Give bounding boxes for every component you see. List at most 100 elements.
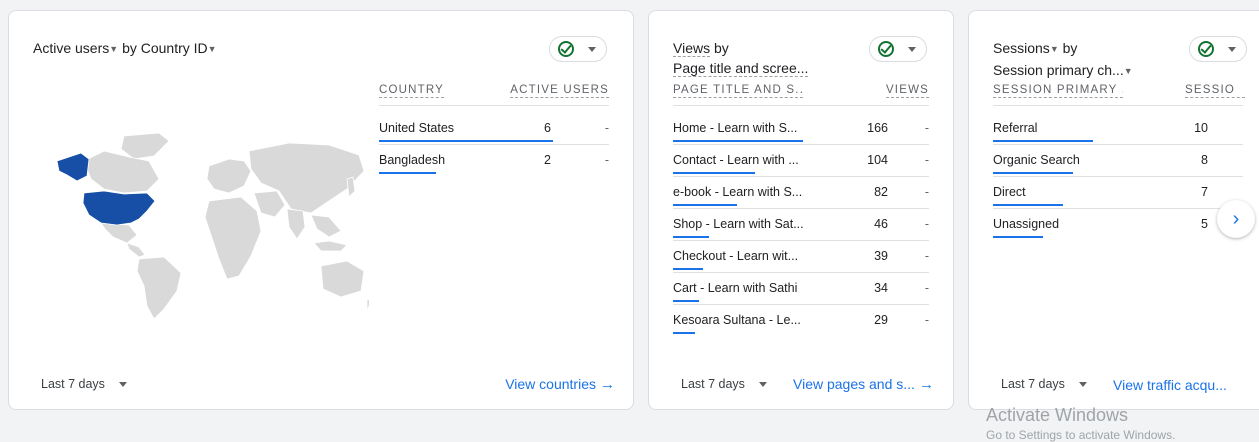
table-header: PAGE TITLE AND S... VIEWS — [673, 83, 929, 105]
link-label: View pages and s... — [793, 376, 915, 392]
row-dash: - — [604, 121, 609, 135]
map-southeast-asia — [310, 214, 342, 238]
row-value: 2 — [544, 153, 551, 167]
card-title: Views by Page title and scree... — [673, 38, 809, 78]
map-indonesia — [313, 240, 348, 252]
table-row: Unassigned 5 — [993, 208, 1243, 240]
check-circle-icon — [878, 41, 894, 57]
sessions-by-channel-card: Sessions▼ by Session primary ch...▼ SESS… — [968, 10, 1259, 410]
metric-selector[interactable]: Active users▼ — [33, 40, 118, 56]
row-value: 46 — [874, 217, 888, 231]
column-header-page-title[interactable]: PAGE TITLE AND S... — [673, 83, 803, 98]
card-title: Sessions▼ by Session primary ch...▼ — [993, 38, 1133, 82]
view-countries-link[interactable]: View countries → — [505, 376, 615, 393]
by-label: by — [122, 40, 137, 56]
table-row: Referral 10 — [993, 112, 1243, 144]
row-dash: - — [924, 121, 929, 135]
row-dash: - — [924, 313, 929, 327]
dimension-selector[interactable]: Country ID▼ — [141, 40, 217, 56]
map-new-zealand — [366, 298, 369, 312]
row-bar — [993, 204, 1063, 206]
table-row: Bangladesh 2 - — [379, 144, 609, 176]
row-name: Shop - Learn with Sat... — [673, 217, 804, 231]
row-name: Referral — [993, 121, 1038, 135]
column-header-views[interactable]: VIEWS — [885, 83, 929, 98]
row-bar — [673, 268, 703, 270]
date-range-selector[interactable]: Last 7 days — [41, 377, 127, 391]
compare-status-button[interactable] — [549, 36, 607, 62]
next-cards-button[interactable]: › — [1217, 200, 1255, 238]
row-name: Direct — [993, 185, 1026, 199]
caret-down-icon — [588, 47, 596, 52]
row-bar — [673, 172, 755, 174]
row-name: Cart - Learn with Sathi — [673, 281, 798, 295]
arrow-right-icon: → — [918, 376, 934, 393]
header-divider — [379, 105, 609, 106]
dimension-label: Session primary ch... — [993, 62, 1124, 78]
view-traffic-link[interactable]: View traffic acqu... — [1113, 377, 1227, 393]
by-label: by — [713, 40, 729, 56]
row-value: 34 — [874, 281, 888, 295]
row-value: 5 — [1201, 217, 1208, 231]
row-bar — [993, 236, 1043, 238]
metric-selector[interactable]: Sessions▼ — [993, 40, 1059, 56]
caret-down-icon — [1078, 382, 1087, 388]
dimension-label: Country ID — [140, 40, 208, 56]
row-value: 10 — [1194, 121, 1208, 135]
table-row: Contact - Learn with ... 104 - — [673, 144, 929, 176]
world-map — [56, 132, 369, 320]
header-divider — [993, 105, 1243, 106]
column-header-country[interactable]: COUNTRY — [379, 83, 445, 98]
row-name: Organic Search — [993, 153, 1080, 167]
map-africa — [204, 196, 262, 280]
compare-status-button[interactable] — [869, 36, 927, 62]
table-header: SESSION PRIMARY ... SESSIO — [993, 83, 1245, 105]
date-range-label: Last 7 days — [41, 377, 105, 391]
date-range-selector[interactable]: Last 7 days — [1001, 377, 1087, 391]
caret-down-icon — [908, 47, 916, 52]
row-name: Contact - Learn with ... — [673, 153, 799, 167]
map-europe — [206, 158, 252, 194]
metric-selector[interactable]: Views — [673, 40, 711, 57]
row-name: Home - Learn with S... — [673, 121, 798, 135]
column-header-session-channel[interactable]: SESSION PRIMARY ... — [993, 83, 1123, 98]
row-dash: - — [924, 249, 929, 263]
watermark-title: Activate Windows — [986, 405, 1129, 425]
header-divider — [673, 105, 929, 106]
row-bar — [673, 140, 803, 142]
date-range-label: Last 7 days — [681, 377, 745, 391]
map-alaska-highlight — [56, 152, 90, 182]
compare-status-button[interactable] — [1189, 36, 1247, 62]
row-dash: - — [924, 281, 929, 295]
column-header-active-users[interactable]: ACTIVE USERS — [510, 83, 609, 98]
date-range-label: Last 7 days — [1001, 377, 1065, 391]
row-value: 166 — [867, 121, 888, 135]
row-name: Kesoara Sultana - Le... — [673, 313, 801, 327]
table-row: Shop - Learn with Sat... 46 - — [673, 208, 929, 240]
dimension-selector[interactable]: Page title and scree... — [673, 60, 809, 77]
dimension-selector[interactable]: Session primary ch...▼ — [993, 62, 1133, 78]
map-mexico — [100, 222, 138, 244]
caret-down-icon — [758, 382, 767, 388]
row-bar — [673, 332, 695, 334]
row-value: 7 — [1201, 185, 1208, 199]
view-pages-link[interactable]: View pages and s... → — [793, 376, 934, 393]
row-dash: - — [604, 153, 609, 167]
column-header-sessions[interactable]: SESSIO — [1185, 83, 1245, 98]
map-central-america — [126, 242, 146, 258]
row-dash: - — [924, 217, 929, 231]
metric-label: Views — [673, 40, 711, 56]
table-header: COUNTRY ACTIVE USERS — [379, 83, 609, 105]
row-dash: - — [924, 153, 929, 167]
card-title: Active users▼ by Country ID▼ — [33, 38, 217, 60]
link-label: View countries — [505, 376, 596, 392]
row-bar — [673, 236, 709, 238]
caret-down-icon — [1228, 47, 1236, 52]
metric-label: Active users — [33, 40, 110, 56]
date-range-selector[interactable]: Last 7 days — [681, 377, 767, 391]
map-india — [286, 208, 306, 240]
dimension-dropdown-icon: ▼ — [1123, 66, 1133, 76]
table-row: Home - Learn with S... 166 - — [673, 112, 929, 144]
check-circle-icon — [1198, 41, 1214, 57]
dimension-dropdown-icon: ▼ — [207, 44, 217, 54]
